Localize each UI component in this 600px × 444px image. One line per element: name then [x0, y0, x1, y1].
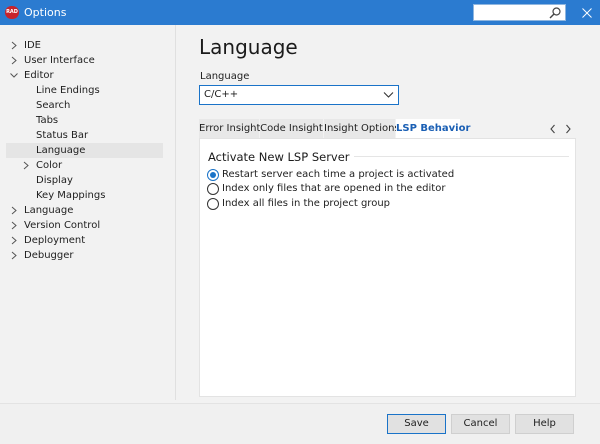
radio-label: Restart server each time a project is ac…: [222, 169, 455, 180]
tree-item-label: Color: [36, 160, 63, 171]
chevron-right-icon[interactable]: [9, 40, 19, 51]
window-title: Options: [24, 6, 67, 19]
tree-item-label: Language: [36, 145, 86, 156]
tree-item-deployment[interactable]: Deployment: [6, 233, 163, 248]
tab-error-insight[interactable]: Error Insight: [199, 119, 260, 138]
tree-item-user-interface[interactable]: User Interface: [6, 53, 163, 68]
tree-item-search[interactable]: Search: [6, 98, 163, 113]
chevron-down-icon[interactable]: [9, 70, 19, 81]
button-bar: [0, 403, 600, 444]
tab-strip: Error Insight Code Insight Insight Optio…: [199, 119, 576, 138]
radio-label: Index only files that are opened in the …: [222, 183, 446, 194]
chevron-right-icon[interactable]: [9, 205, 19, 216]
tree-item-label: Version Control: [24, 220, 101, 231]
language-field-label: Language: [200, 71, 250, 82]
page-title: Language: [199, 35, 298, 59]
language-select[interactable]: C/C++: [199, 85, 399, 105]
chevron-right-icon[interactable]: [9, 235, 19, 246]
tree-item-label: Debugger: [24, 250, 74, 261]
tree-item-debugger[interactable]: Debugger: [6, 248, 163, 263]
cancel-button[interactable]: Cancel: [451, 414, 510, 434]
tree-item-label: IDE: [24, 40, 41, 51]
radio-button[interactable]: [207, 169, 219, 181]
lsp-behavior-panel: Activate New LSP Server Restart server e…: [199, 138, 576, 397]
tree-item-tabs[interactable]: Tabs: [6, 113, 163, 128]
tree-item-language-selected[interactable]: Language: [6, 143, 163, 158]
chevron-right-icon[interactable]: [562, 123, 574, 135]
language-select-value: C/C++: [204, 89, 239, 100]
tree-item-label: Search: [36, 100, 71, 111]
chevron-right-icon[interactable]: [21, 160, 31, 171]
tree-item-label: Display: [36, 175, 73, 186]
tree-item-label: Tabs: [36, 115, 59, 126]
tab-insight-options[interactable]: Insight Options: [324, 119, 400, 138]
tree-item-line-endings[interactable]: Line Endings: [6, 83, 163, 98]
chevron-left-icon[interactable]: [547, 123, 559, 135]
radio-button[interactable]: [207, 198, 219, 210]
chevron-right-icon[interactable]: [9, 250, 19, 261]
tree-item-language[interactable]: Language: [6, 203, 163, 218]
tree-item-label: Editor: [24, 70, 54, 81]
tree-item-editor[interactable]: Editor: [6, 68, 163, 83]
section-title: Activate New LSP Server: [208, 150, 354, 164]
radio-label: Index all files in the project group: [222, 198, 391, 209]
tree-item-label: Language: [24, 205, 74, 216]
tree-item-color[interactable]: Color: [6, 158, 163, 173]
search-icon: [549, 7, 561, 19]
help-button[interactable]: Help: [515, 414, 574, 434]
tree-divider: [175, 25, 176, 400]
tree-item-label: Line Endings: [36, 85, 100, 96]
tree-item-label: Status Bar: [36, 130, 89, 141]
tree-item-label: Deployment: [24, 235, 86, 246]
tree-item-status-bar[interactable]: Status Bar: [6, 128, 163, 143]
app-icon: RAD: [5, 6, 19, 19]
tree-item-display[interactable]: Display: [6, 173, 163, 188]
close-icon: [582, 7, 592, 18]
chevron-down-icon: [383, 92, 394, 98]
close-button[interactable]: [574, 0, 600, 25]
title-search-input[interactable]: [473, 4, 566, 21]
tree-item-label: Key Mappings: [36, 190, 106, 201]
chevron-right-icon[interactable]: [9, 55, 19, 66]
save-button[interactable]: Save: [387, 414, 446, 434]
radio-button[interactable]: [207, 183, 219, 195]
chevron-right-icon[interactable]: [9, 220, 19, 231]
tree-item-version-control[interactable]: Version Control: [6, 218, 163, 233]
tree-item-label: User Interface: [24, 55, 95, 66]
tree-item-key-mappings[interactable]: Key Mappings: [6, 188, 163, 203]
tab-lsp-behavior[interactable]: LSP Behavior: [396, 119, 470, 138]
tree-item-ide[interactable]: IDE: [6, 38, 163, 53]
tab-code-insight[interactable]: Code Insight: [260, 119, 323, 138]
title-bar: RAD Options: [0, 0, 600, 25]
